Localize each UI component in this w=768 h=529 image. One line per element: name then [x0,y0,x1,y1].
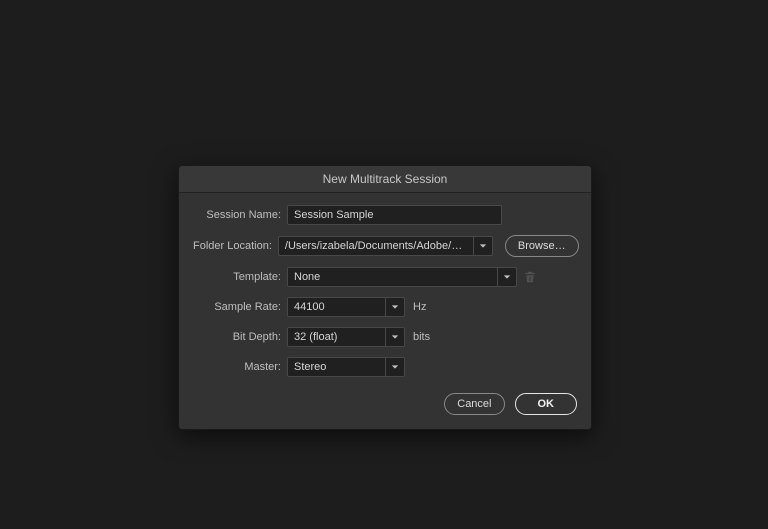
sample-rate-value: 44100 [288,301,385,313]
chevron-down-icon [473,237,492,255]
browse-button[interactable]: Browse… [505,235,579,257]
folder-location-value: /Users/izabela/Documents/Adobe/Audit… [279,240,473,252]
row-session-name: Session Name: [193,205,577,225]
ok-button[interactable]: OK [515,393,578,415]
bit-depth-label: Bit Depth: [193,331,281,343]
folder-location-label: Folder Location: [193,240,272,252]
row-folder-location: Folder Location: /Users/izabela/Document… [193,235,577,257]
dialog-body: Session Name: Folder Location: /Users/iz… [179,193,591,377]
chevron-down-icon [385,328,404,346]
sample-rate-unit: Hz [413,301,426,313]
sample-rate-label: Sample Rate: [193,301,281,313]
template-value: None [288,271,497,283]
folder-location-dropdown[interactable]: /Users/izabela/Documents/Adobe/Audit… [278,236,493,256]
row-sample-rate: Sample Rate: 44100 Hz [193,297,577,317]
new-multitrack-session-dialog: New Multitrack Session Session Name: Fol… [178,165,592,430]
session-name-input[interactable] [287,205,502,225]
dialog-title: New Multitrack Session [179,166,591,193]
trash-icon [523,270,537,284]
row-master: Master: Stereo [193,357,577,377]
session-name-label: Session Name: [193,209,281,221]
master-label: Master: [193,361,281,373]
chevron-down-icon [385,298,404,316]
template-label: Template: [193,271,281,283]
bit-depth-value: 32 (float) [288,331,385,343]
row-bit-depth: Bit Depth: 32 (float) bits [193,327,577,347]
dialog-footer: Cancel OK [179,387,591,429]
sample-rate-dropdown[interactable]: 44100 [287,297,405,317]
row-template: Template: None [193,267,577,287]
master-value: Stereo [288,361,385,373]
bit-depth-dropdown[interactable]: 32 (float) [287,327,405,347]
chevron-down-icon [497,268,516,286]
bit-depth-unit: bits [413,331,430,343]
cancel-button[interactable]: Cancel [444,393,504,415]
chevron-down-icon [385,358,404,376]
template-dropdown[interactable]: None [287,267,517,287]
master-dropdown[interactable]: Stereo [287,357,405,377]
